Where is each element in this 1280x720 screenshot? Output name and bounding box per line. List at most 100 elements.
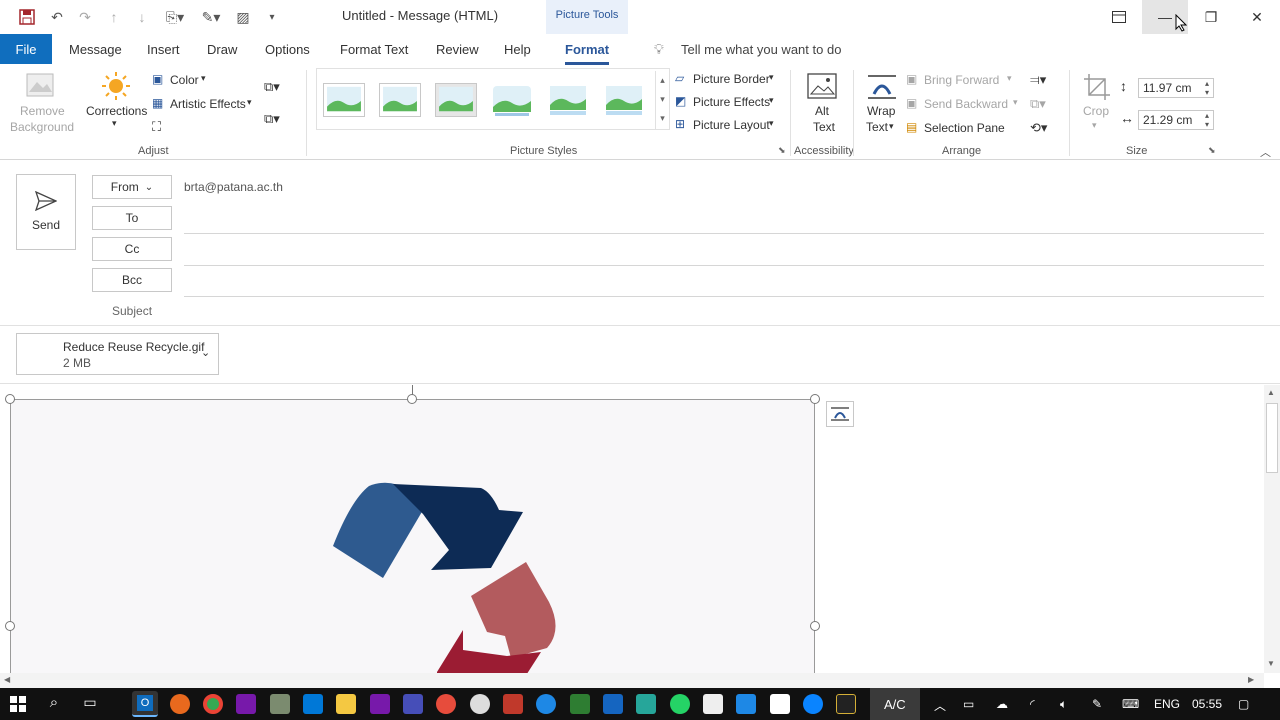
crop-button[interactable]: Crop xyxy=(1083,104,1109,118)
collapse-ribbon-icon[interactable]: ︿ xyxy=(1260,144,1271,160)
app-icon[interactable] xyxy=(636,694,656,714)
tell-me-search[interactable]: Tell me what you want to do xyxy=(681,42,841,57)
height-input[interactable]: 11.97 cm ▴ ▾ xyxy=(1138,78,1214,98)
to-field[interactable] xyxy=(184,233,1264,234)
app-icon[interactable] xyxy=(470,694,490,714)
cc-button[interactable]: Cc xyxy=(92,237,172,261)
wrap-text-label-2[interactable]: Text xyxy=(866,120,888,134)
tab-draw[interactable]: Draw xyxy=(207,42,237,57)
dialog-launcher-icon[interactable]: ⬊ xyxy=(1208,145,1216,156)
arrow-up-icon[interactable]: ↑ xyxy=(103,7,125,27)
teams-icon[interactable] xyxy=(403,694,423,714)
app-icon[interactable] xyxy=(536,694,556,714)
insert-picture-icon[interactable]: ▨ xyxy=(232,7,254,27)
wifi-icon[interactable]: ◜ xyxy=(1030,697,1035,711)
picture-styles-gallery[interactable]: ▴ ▾ ▾ xyxy=(316,68,670,130)
scroll-left-icon[interactable]: ◀ xyxy=(4,675,10,684)
wrap-text-label-1[interactable]: Wrap xyxy=(867,104,895,118)
outlook-taskbar-icon[interactable]: O xyxy=(132,691,158,717)
notifications-icon[interactable]: ▢ xyxy=(1238,697,1249,711)
tab-message[interactable]: Message xyxy=(69,42,122,57)
style-thumbnail[interactable] xyxy=(435,83,477,117)
picture-border-button[interactable]: Picture Border xyxy=(693,72,770,86)
send-backward-button[interactable]: Send Backward xyxy=(924,97,1008,111)
attachment-chip[interactable]: Reduce Reuse Recycle.gif 2 MB ⌄ xyxy=(16,333,219,375)
customize-toolbar-icon[interactable]: ▾ xyxy=(261,7,283,27)
bcc-field[interactable] xyxy=(184,296,1264,297)
chrome-icon[interactable] xyxy=(203,694,223,714)
spinner-icon[interactable]: ▴ ▾ xyxy=(1205,79,1209,97)
tab-review[interactable]: Review xyxy=(436,42,479,57)
resize-handle[interactable] xyxy=(5,394,15,404)
style-thumbnail[interactable] xyxy=(603,83,645,117)
tab-format-text[interactable]: Format Text xyxy=(340,42,408,57)
tab-file[interactable]: File xyxy=(0,34,52,64)
close-button[interactable]: ✕ xyxy=(1234,0,1280,34)
vertical-scrollbar[interactable]: ▲ ▼ xyxy=(1264,385,1280,673)
resize-handle[interactable] xyxy=(810,621,820,631)
spinner-icon[interactable]: ▴ ▾ xyxy=(1205,111,1209,129)
gallery-scroll[interactable]: ▴ ▾ ▾ xyxy=(655,71,669,129)
onenote-icon[interactable] xyxy=(370,694,390,714)
bring-forward-button[interactable]: Bring Forward xyxy=(924,73,999,87)
tab-help[interactable]: Help xyxy=(504,42,531,57)
resize-handle[interactable] xyxy=(407,394,417,404)
rotate-icon[interactable]: ⟲▾ xyxy=(1030,120,1047,136)
group-objects-icon[interactable]: ⧉▾ xyxy=(1030,96,1046,112)
tab-insert[interactable]: Insert xyxy=(147,42,180,57)
file-explorer-icon[interactable] xyxy=(336,694,356,714)
ribbon-display-options-icon[interactable] xyxy=(1096,0,1142,34)
firefox-icon[interactable] xyxy=(170,694,190,714)
alt-text-label-1[interactable]: Alt xyxy=(815,104,829,118)
change-picture-icon[interactable]: ⧉▾ xyxy=(264,111,280,127)
whatsapp-icon[interactable] xyxy=(670,694,690,714)
battery-icon[interactable]: ▭ xyxy=(963,697,974,711)
alt-text-label-2[interactable]: Text xyxy=(813,120,835,134)
undo-icon[interactable]: ↶ xyxy=(46,7,68,27)
align-icon[interactable]: ⫤▾ xyxy=(1030,72,1046,88)
layout-options-button[interactable] xyxy=(826,401,854,427)
corrections-button[interactable]: Corrections xyxy=(86,104,147,118)
app-icon[interactable] xyxy=(770,694,790,714)
scroll-down-icon[interactable]: ▼ xyxy=(1267,659,1275,668)
style-thumbnail[interactable] xyxy=(491,83,533,117)
clock[interactable]: 05:55 xyxy=(1192,697,1222,711)
picture-layout-button[interactable]: Picture Layout xyxy=(693,118,770,132)
remove-background-label-1[interactable]: Remove xyxy=(20,104,65,118)
horizontal-scrollbar[interactable]: ◀ ▶ xyxy=(0,673,1264,688)
from-button[interactable]: From ⌄ xyxy=(92,175,172,199)
tab-format[interactable]: Format xyxy=(565,42,609,57)
bcc-button[interactable]: Bcc xyxy=(92,268,172,292)
picture-effects-button[interactable]: Picture Effects xyxy=(693,95,770,109)
width-input[interactable]: 21.29 cm ▴ ▾ xyxy=(1138,110,1214,130)
selected-picture[interactable] xyxy=(10,399,815,673)
remove-background-label-2[interactable]: Background xyxy=(10,120,74,134)
edge-icon[interactable] xyxy=(803,694,823,714)
keyboard-icon[interactable]: ⌨ xyxy=(1122,697,1139,711)
app-icon[interactable] xyxy=(603,694,623,714)
app-icon[interactable] xyxy=(570,694,590,714)
chevron-down-icon[interactable]: ⌄ xyxy=(201,346,210,359)
search-icon[interactable]: ⌕ xyxy=(44,694,64,714)
resize-handle[interactable] xyxy=(810,394,820,404)
restore-button[interactable]: ❐ xyxy=(1188,0,1234,34)
show-hidden-icons-icon[interactable]: ︿ xyxy=(934,697,946,714)
task-view-icon[interactable]: ▭ xyxy=(80,694,100,714)
app-icon[interactable] xyxy=(836,694,856,714)
selection-pane-button[interactable]: Selection Pane xyxy=(924,121,1005,135)
app-icon[interactable] xyxy=(503,694,523,714)
dialog-launcher-icon[interactable]: ⬊ xyxy=(778,145,786,156)
resize-handle[interactable] xyxy=(5,621,15,631)
compress-pictures-icon[interactable]: ⧉▾ xyxy=(264,79,280,95)
style-thumbnail[interactable] xyxy=(323,83,365,117)
color-button[interactable]: Color xyxy=(170,73,199,87)
app-icon[interactable] xyxy=(736,694,756,714)
send-button[interactable]: Send xyxy=(16,174,76,250)
style-thumbnail[interactable] xyxy=(379,83,421,117)
scroll-right-icon[interactable]: ▶ xyxy=(1248,675,1254,684)
vscode-icon[interactable] xyxy=(303,694,323,714)
arrow-down-icon[interactable]: ↓ xyxy=(131,7,153,27)
to-button[interactable]: To xyxy=(92,206,172,230)
onenote-icon[interactable] xyxy=(236,694,256,714)
app-icon[interactable] xyxy=(436,694,456,714)
